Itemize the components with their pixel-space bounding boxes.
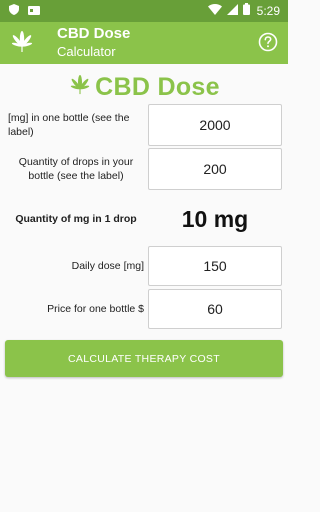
brand-title: CBD Dose (95, 72, 220, 101)
status-bar: 5:29 (0, 0, 288, 22)
price-row: Price for one bottle $ 60 (0, 289, 288, 329)
drops-label: Quantity of drops in your bottle (see th… (18, 156, 134, 182)
daily-dose-row: Daily dose [mg] 150 (0, 246, 288, 286)
cannabis-leaf-icon (10, 31, 34, 53)
daily-dose-label: Daily dose [mg] (71, 260, 144, 272)
mg-in-bottle-row: [mg] in one bottle (see the label) 2000 (0, 104, 288, 146)
brand-heading: CBD Dose (0, 72, 288, 102)
drops-row: Quantity of drops in your bottle (see th… (0, 148, 288, 190)
status-time: 5:29 (256, 4, 280, 18)
mg-in-bottle-label: [mg] in one bottle (see the label) (8, 112, 130, 138)
help-icon[interactable] (258, 32, 278, 52)
mg-per-drop-label: Quantity of mg in 1 drop (15, 213, 137, 225)
battery-icon (242, 2, 250, 20)
calculate-therapy-cost-button[interactable]: CALCULATE THERAPY COST (5, 340, 283, 377)
price-input[interactable]: 60 (148, 289, 282, 329)
mg-per-drop-row: Quantity of mg in 1 drop 10 mg (0, 204, 288, 236)
mg-per-drop-value: 10 mg (181, 206, 249, 232)
card-icon (28, 2, 40, 20)
signal-icon (226, 2, 238, 20)
daily-dose-input[interactable]: 150 (148, 246, 282, 286)
cannabis-leaf-icon (68, 74, 92, 100)
app-subtitle: Calculator (57, 44, 116, 59)
price-label: Price for one bottle $ (47, 303, 144, 315)
app-bar: CBD Dose Calculator (0, 22, 288, 64)
shield-icon (9, 2, 19, 20)
app-title: CBD Dose (57, 25, 131, 42)
drops-input[interactable]: 200 (148, 148, 282, 190)
wifi-icon (207, 2, 222, 20)
mg-in-bottle-input[interactable]: 2000 (148, 104, 282, 146)
